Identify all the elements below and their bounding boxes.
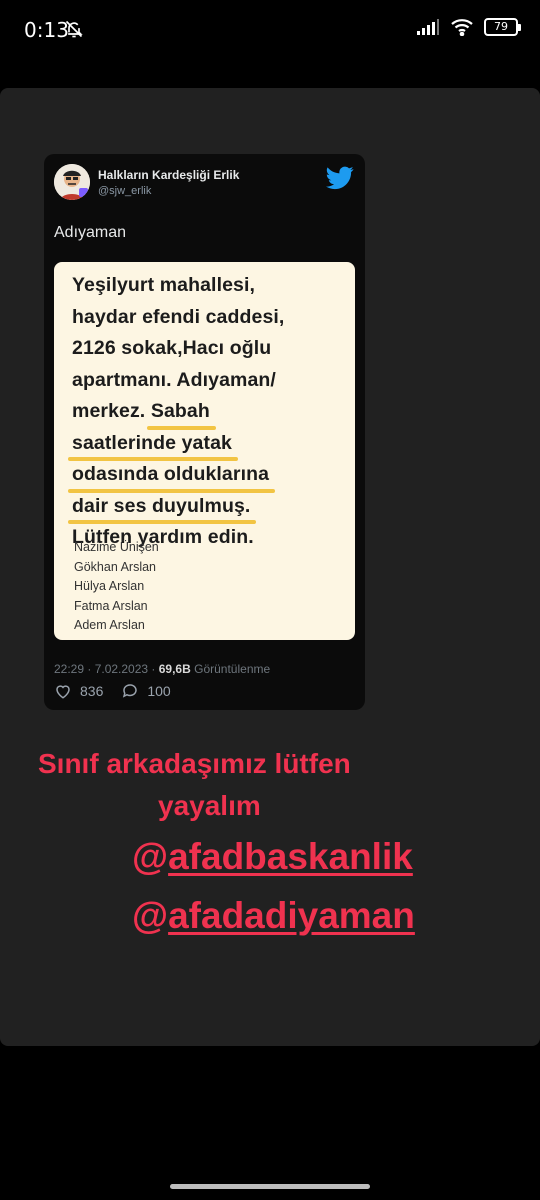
avatar	[54, 164, 90, 200]
list-item: Hülya Arslan	[74, 579, 145, 593]
reply-icon	[123, 684, 138, 698]
mention-link[interactable]: afadbaskanlik	[168, 836, 413, 877]
status-bar: 0:13 79	[0, 0, 540, 60]
list-item: Adem Arslan	[74, 618, 145, 632]
names-list: Nazime Ünişen Gökhan Arslan Hülya Arslan…	[74, 538, 159, 636]
note-line: haydar efendi caddesi,	[72, 305, 285, 328]
tweet-views-label: Görüntülenme	[190, 662, 271, 676]
note-image: Yeşilyurt mahallesi, haydar efendi cadde…	[54, 262, 355, 640]
mention-at: @	[132, 895, 169, 936]
highlighted-text: odasında olduklarına	[67, 459, 276, 492]
tweet-handle: @sjw_erlik	[98, 185, 152, 197]
mention-link[interactable]: afadadiyaman	[168, 895, 415, 936]
tweet-timestamp: 22:29 · 7.02.2023 ·	[54, 662, 159, 676]
like-count: 836	[80, 683, 104, 699]
mention-afadbaskanlik[interactable]: @afadbaskanlik	[132, 836, 492, 878]
reply-button[interactable]: 100	[121, 682, 171, 700]
note-line: apartmanı. Adıyaman/	[72, 368, 276, 391]
status-time: 0:13	[24, 18, 69, 42]
highlighted-text: Sabah	[146, 396, 216, 429]
list-item: Fatma Arslan	[74, 598, 148, 613]
signal-icon	[417, 19, 439, 35]
list-item: Gökhan Arslan	[74, 559, 156, 574]
wifi-icon	[451, 19, 473, 36]
tweet-views: 69,6B	[158, 662, 191, 676]
note-line: merkez. Sabah	[72, 396, 352, 429]
note-text: Yeşilyurt mahallesi, haydar efendi cadde…	[67, 270, 352, 554]
mention-afadadiyaman[interactable]: @afadadiyaman	[132, 895, 492, 937]
twitter-bird-icon	[326, 166, 354, 190]
list-item: Nazime Ünişen	[74, 540, 159, 554]
tweet-actions: 836 100	[54, 682, 183, 700]
note-line-text: merkez.	[72, 400, 151, 422]
note-line: saatlerinde yatak	[68, 428, 352, 461]
tweet-text: Adıyaman	[54, 224, 127, 241]
mention-at: @	[132, 836, 169, 877]
story-caption-line1: Sınıf arkadaşımız lütfen	[38, 748, 351, 779]
heart-icon	[56, 685, 70, 699]
note-line: odasında olduklarına	[67, 459, 352, 492]
tweet-display-name: Halkların Kardeşliği Erlik	[98, 168, 240, 182]
tweet-meta: 22:29 · 7.02.2023 · 69,6B Görüntülenme	[54, 662, 270, 676]
story-caption-line2: yayalım	[158, 790, 261, 821]
tweet-card: Halkların Kardeşliği Erlik @sjw_erlik Ad…	[44, 154, 365, 710]
battery-icon: 79	[484, 18, 521, 36]
highlighted-text: saatlerinde yatak	[68, 428, 238, 461]
note-line: dair ses duyulmuş.	[67, 491, 352, 524]
like-button[interactable]: 836	[54, 682, 103, 700]
reply-count: 100	[147, 683, 171, 699]
note-line: Yeşilyurt mahallesi,	[72, 274, 256, 296]
highlighted-text: dair ses duyulmuş.	[67, 491, 257, 524]
bell-off-icon	[65, 20, 83, 38]
note-line: 2126 sokak,Hacı oğlu	[72, 337, 272, 359]
home-indicator[interactable]	[170, 1184, 370, 1189]
